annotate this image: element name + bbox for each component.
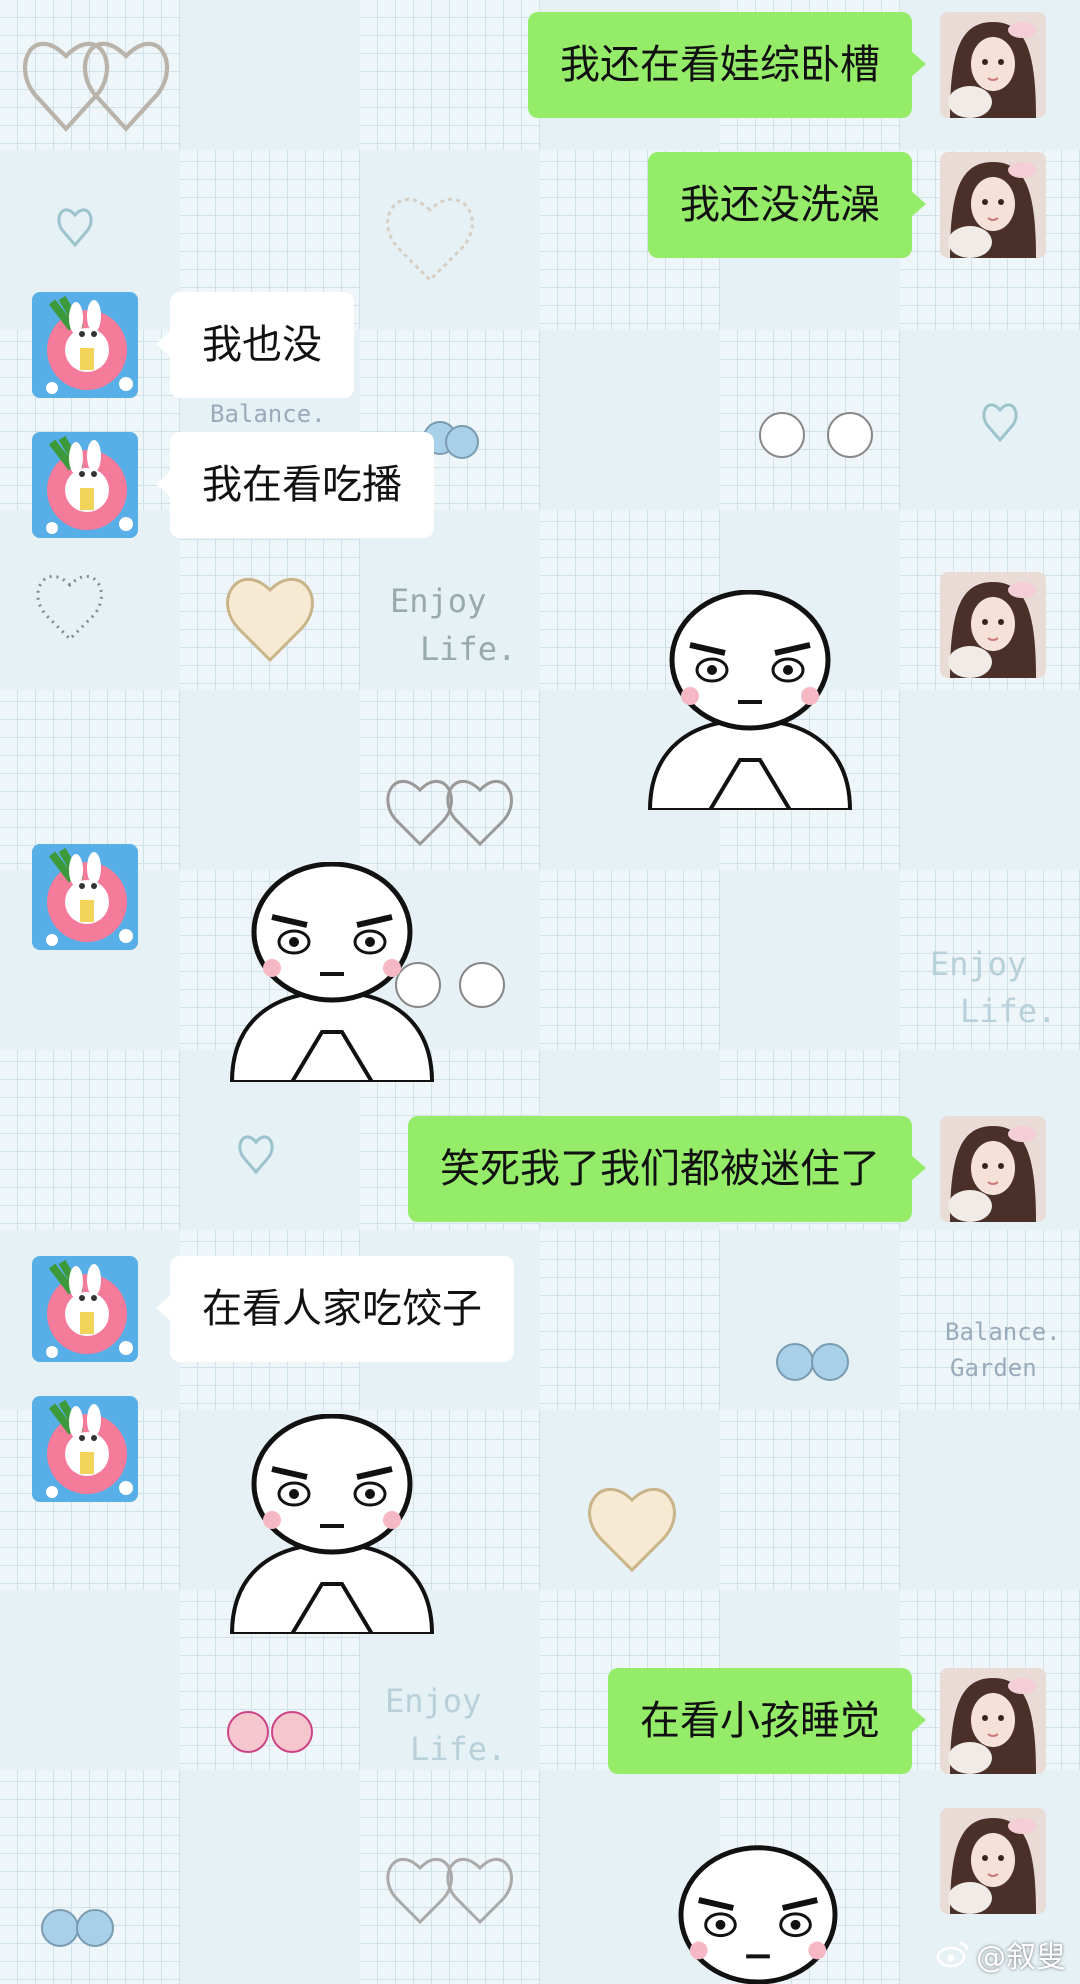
contact-avatar[interactable] <box>32 292 138 398</box>
weibo-icon <box>936 1941 969 1968</box>
message-bubble-sent[interactable]: 我还在看娃综卧槽 <box>528 12 926 118</box>
bunny-avatar-icon <box>32 292 138 398</box>
message-row <box>0 1808 1080 1984</box>
my-avatar[interactable] <box>940 1808 1046 1914</box>
girl-avatar-icon <box>940 12 1046 118</box>
bunny-avatar-icon <box>32 844 138 950</box>
contact-avatar[interactable] <box>32 1396 138 1502</box>
my-avatar[interactable] <box>940 152 1046 258</box>
message-row <box>0 1396 1080 1636</box>
message-row: 我也没 <box>0 292 1080 402</box>
my-avatar[interactable] <box>940 572 1046 678</box>
message-bubble-sent[interactable]: 在看小孩睡觉 <box>608 1668 926 1774</box>
message-bubble-received[interactable]: 我在看吃播 <box>156 432 434 538</box>
girl-avatar-icon <box>940 572 1046 678</box>
message-bubble-received[interactable]: 在看人家吃饺子 <box>156 1256 514 1362</box>
contact-avatar[interactable] <box>32 844 138 950</box>
girl-avatar-icon <box>940 1116 1046 1222</box>
girl-avatar-icon <box>940 1808 1046 1914</box>
sticker-meme-icon[interactable] <box>648 1826 868 1984</box>
sticker-meme-icon[interactable] <box>222 1414 442 1634</box>
bunny-avatar-icon <box>32 1256 138 1362</box>
watermark: @叙叟 <box>936 1932 1066 1976</box>
girl-avatar-icon <box>940 152 1046 258</box>
message-bubble-sent[interactable]: 笑死我了我们都被迷住了 <box>408 1116 926 1222</box>
message-row: 我还没洗澡 <box>0 152 1080 262</box>
bunny-avatar-icon <box>32 1396 138 1502</box>
message-row: 我在看吃播 <box>0 432 1080 542</box>
my-avatar[interactable] <box>940 1668 1046 1774</box>
my-avatar[interactable] <box>940 12 1046 118</box>
message-row <box>0 572 1080 812</box>
watermark-text: @叙叟 <box>976 1940 1066 1975</box>
girl-avatar-icon <box>940 1668 1046 1774</box>
bunny-avatar-icon <box>32 432 138 538</box>
my-avatar[interactable] <box>940 1116 1046 1222</box>
message-row: 在看小孩睡觉 <box>0 1668 1080 1778</box>
bg-balance-1: Balance. <box>210 400 326 428</box>
sticker-meme-icon[interactable] <box>640 590 860 810</box>
message-bubble-received[interactable]: 我也没 <box>156 292 354 398</box>
message-row: 在看人家吃饺子 <box>0 1256 1080 1366</box>
message-row <box>0 844 1080 1084</box>
contact-avatar[interactable] <box>32 432 138 538</box>
contact-avatar[interactable] <box>32 1256 138 1362</box>
sticker-meme-icon[interactable] <box>222 862 442 1082</box>
message-row: 我还在看娃综卧槽 <box>0 12 1080 122</box>
message-bubble-sent[interactable]: 我还没洗澡 <box>648 152 926 258</box>
message-row: 笑死我了我们都被迷住了 <box>0 1116 1080 1226</box>
